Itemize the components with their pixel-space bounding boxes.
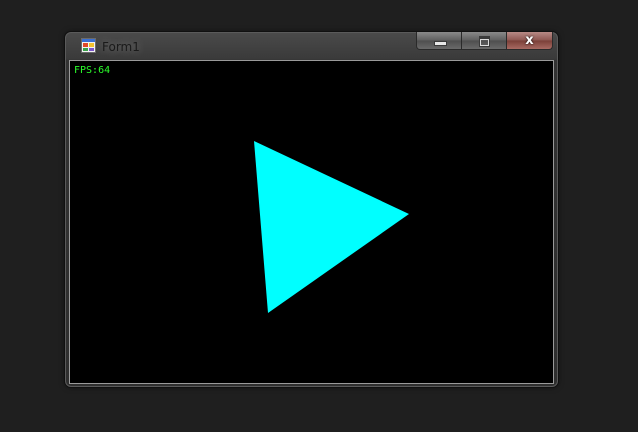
- minimize-icon: [434, 41, 447, 46]
- maximize-button[interactable]: [462, 32, 507, 50]
- desktop: Form1 x FPS:64: [0, 0, 638, 432]
- fps-counter: FPS:64: [74, 65, 111, 76]
- form-app-icon[interactable]: [81, 38, 96, 53]
- cyan-triangle: [254, 141, 409, 313]
- title-bar[interactable]: Form1 x: [66, 32, 557, 61]
- maximize-icon: [479, 36, 490, 47]
- close-button[interactable]: x: [507, 32, 553, 50]
- window-title: Form1: [102, 40, 140, 54]
- close-icon: x: [525, 33, 534, 48]
- render-canvas[interactable]: FPS:64: [72, 63, 551, 381]
- form1-window[interactable]: Form1 x FPS:64: [65, 32, 558, 387]
- caption-buttons: x: [416, 32, 553, 51]
- render-surface: [254, 141, 409, 313]
- client-area: FPS:64: [69, 60, 554, 384]
- minimize-button[interactable]: [416, 32, 462, 50]
